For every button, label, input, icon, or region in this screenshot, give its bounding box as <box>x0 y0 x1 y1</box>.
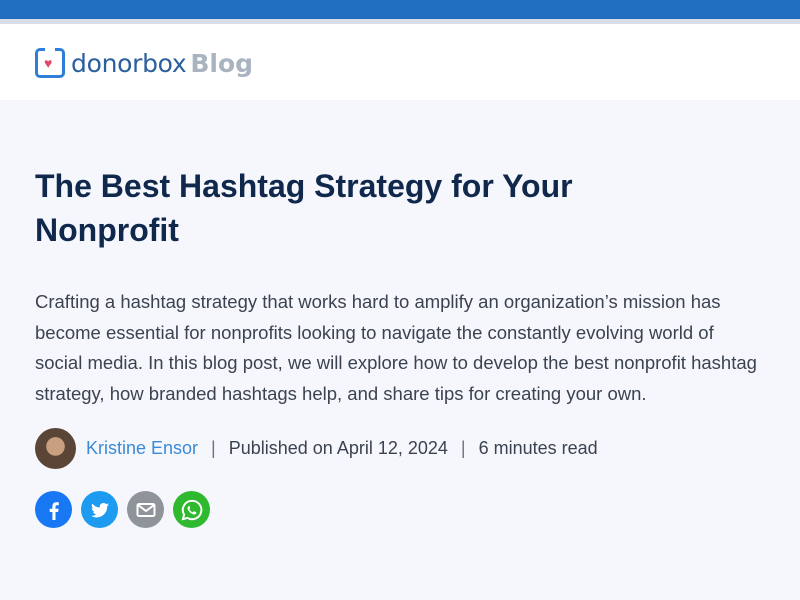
meta-separator: | <box>211 437 216 458</box>
published-date: Published on April 12, 2024 <box>228 437 448 458</box>
heart-icon: ♥ <box>44 55 53 71</box>
read-time: 6 minutes read <box>478 437 598 458</box>
email-icon <box>136 502 155 517</box>
author-link[interactable]: Kristine Ensor <box>86 438 198 459</box>
article-intro: Crafting a hashtag strategy that works h… <box>35 291 757 404</box>
facebook-icon <box>49 501 59 520</box>
twitter-icon <box>90 502 109 517</box>
share-twitter-button[interactable] <box>81 491 118 528</box>
donorbox-blog-logo[interactable]: ♥ donorbox Blog <box>35 44 253 82</box>
article-title: The Best Hashtag Strategy for Your Nonpr… <box>35 168 573 248</box>
whatsapp-icon <box>181 499 202 520</box>
logo-brand-text: donorbox <box>71 48 187 78</box>
meta-separator: | <box>460 437 466 458</box>
logo-section-text: Blog <box>190 48 254 78</box>
author-avatar[interactable] <box>35 427 76 469</box>
site-header: ♥ donorbox Blog <box>0 24 800 100</box>
share-whatsapp-button[interactable] <box>173 491 210 528</box>
share-buttons <box>35 491 219 528</box>
top-accent-bar <box>0 0 800 19</box>
article-meta: Kristine Ensor | Published on April 12, … <box>35 427 598 469</box>
share-facebook-button[interactable] <box>35 491 72 528</box>
donorbox-logo-icon: ♥ <box>35 46 65 78</box>
share-email-button[interactable] <box>127 491 164 528</box>
